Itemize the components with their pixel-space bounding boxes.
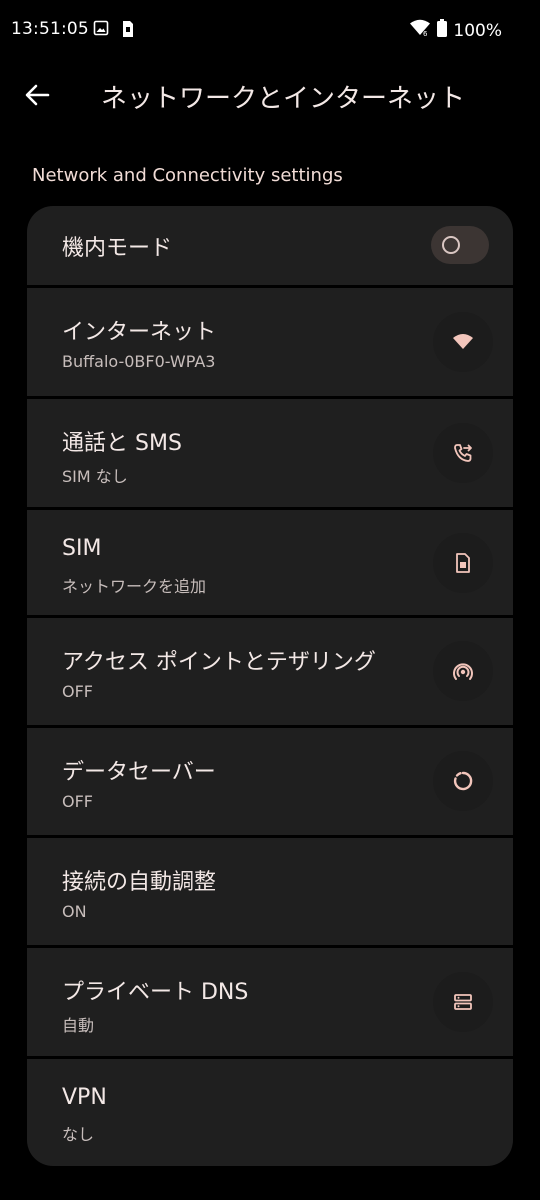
item-title: SIM (62, 536, 102, 561)
battery-icon (437, 19, 448, 42)
item-summary: なし (62, 1125, 95, 1144)
svg-text:6: 6 (423, 30, 428, 37)
data-saver-icon (433, 751, 493, 811)
page-title: ネットワークとインターネット (101, 84, 466, 114)
settings-list: 機内モード インターネット Buffalo-0BF0-WPA3 通話と SMS … (27, 206, 513, 1166)
sim-item[interactable]: SIM ネットワークを追加 (27, 510, 513, 615)
sim-card-icon (433, 533, 493, 593)
airplane-mode-item[interactable]: 機内モード (27, 206, 513, 285)
item-summary: ネットワークを追加 (62, 577, 207, 596)
item-title: インターネット (62, 320, 217, 345)
hotspot-icon (433, 641, 493, 701)
status-right: 6 100% (409, 19, 502, 42)
item-title: VPN (62, 1085, 107, 1110)
item-title: アクセス ポイントとテザリング (62, 650, 376, 675)
hotspot-item[interactable]: アクセス ポイントとテザリング OFF (27, 618, 513, 725)
sim-notification-icon (121, 20, 135, 42)
item-title: 機内モード (62, 236, 173, 261)
adaptive-connectivity-item[interactable]: 接続の自動調整 ON (27, 838, 513, 945)
status-bar: 13:51:05 6 100% (0, 0, 540, 60)
image-notification-icon (93, 20, 109, 42)
battery-percent: 100% (453, 20, 502, 41)
section-header: Network and Connectivity settings (32, 165, 343, 186)
phone-forwarded-icon (433, 423, 493, 483)
app-bar: ネットワークとインターネット (0, 60, 540, 130)
item-summary: OFF (62, 792, 93, 811)
item-summary: SIM なし (62, 467, 128, 486)
status-time: 13:51:05 (11, 19, 89, 39)
private-dns-item[interactable]: プライベート DNS 自動 (27, 948, 513, 1056)
toggle-thumb (442, 236, 460, 254)
item-summary: 自動 (62, 1016, 95, 1035)
item-title: プライベート DNS (62, 980, 249, 1005)
calls-sms-item[interactable]: 通話と SMS SIM なし (27, 399, 513, 507)
item-title: 接続の自動調整 (62, 870, 217, 895)
item-title: 通話と SMS (62, 431, 182, 456)
wifi-icon (433, 312, 493, 372)
airplane-mode-toggle[interactable] (431, 226, 489, 264)
wifi-status-icon: 6 (409, 19, 431, 42)
back-button[interactable] (20, 78, 54, 112)
item-summary: OFF (62, 682, 93, 701)
item-summary: ON (62, 902, 87, 921)
vpn-item[interactable]: VPN なし (27, 1059, 513, 1166)
internet-item[interactable]: インターネット Buffalo-0BF0-WPA3 (27, 288, 513, 396)
back-arrow-icon (25, 84, 50, 106)
data-saver-item[interactable]: データセーバー OFF (27, 728, 513, 835)
dns-icon (433, 972, 493, 1032)
item-title: データセーバー (62, 760, 216, 785)
item-summary: Buffalo-0BF0-WPA3 (62, 352, 216, 371)
notification-icons (93, 20, 135, 42)
